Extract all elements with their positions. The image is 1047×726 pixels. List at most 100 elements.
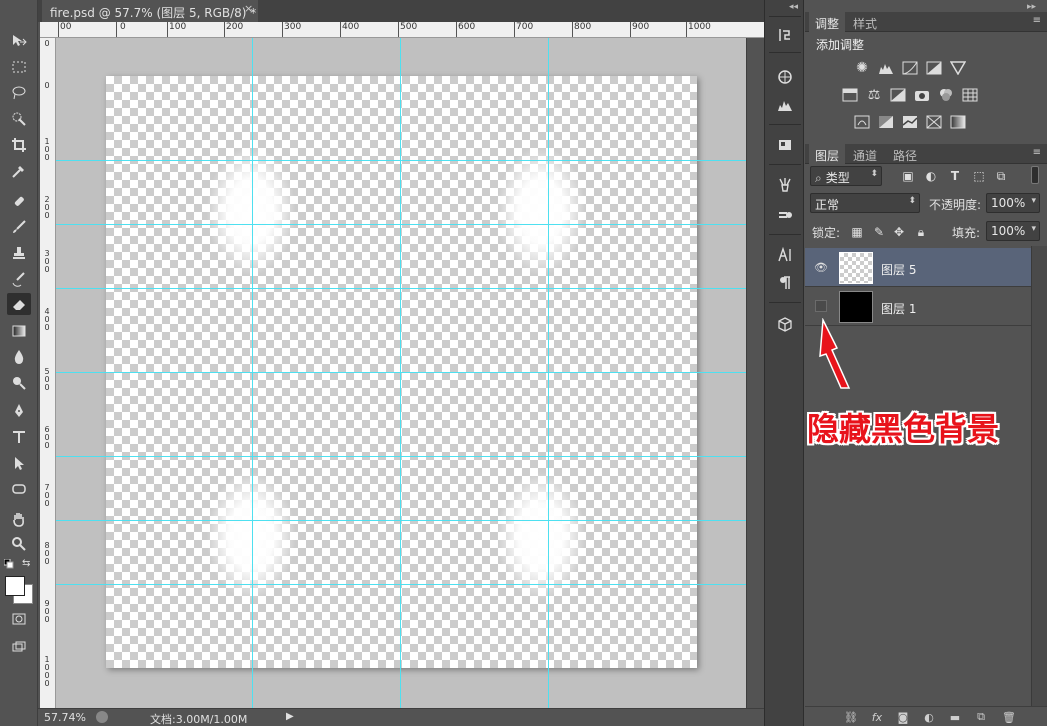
filter-pixel-layers-icon[interactable]: ▣ xyxy=(900,168,916,184)
healing-brush-tool-icon[interactable] xyxy=(7,190,31,212)
curves-icon[interactable] xyxy=(901,60,919,76)
layer-name[interactable]: 图层 1 xyxy=(881,300,916,317)
info-panel-icon[interactable] xyxy=(774,134,796,156)
guide-line-horizontal[interactable] xyxy=(56,160,746,161)
blend-mode-dropdown[interactable]: 正常 ⬍ xyxy=(810,193,920,213)
layer-thumbnail[interactable] xyxy=(839,252,873,284)
guide-line-vertical[interactable] xyxy=(400,38,401,708)
levels-icon[interactable] xyxy=(877,60,895,76)
vertical-scrollbar[interactable] xyxy=(746,38,764,708)
posterize-icon[interactable] xyxy=(877,114,895,130)
close-tab-icon[interactable]: × xyxy=(244,2,253,15)
guide-line-vertical[interactable] xyxy=(252,38,253,708)
move-tool-icon[interactable] xyxy=(7,30,31,52)
foreground-color-swatch[interactable] xyxy=(5,576,25,596)
visibility-toggle-hidden[interactable] xyxy=(815,300,827,312)
panel-menu-icon[interactable]: ≡ xyxy=(1033,147,1041,158)
invert-icon[interactable] xyxy=(853,114,871,130)
screen-mode-icon[interactable] xyxy=(7,636,31,658)
layer-row[interactable]: 👁︎ 图层 5 xyxy=(805,248,1031,287)
channel-mixer-icon[interactable] xyxy=(937,87,955,103)
add-mask-icon[interactable]: ◙ xyxy=(895,709,911,725)
path-selection-tool-icon[interactable] xyxy=(7,452,31,474)
trash-icon[interactable]: 🗑︎ xyxy=(1001,709,1017,725)
brush-preset-panel-icon[interactable] xyxy=(774,174,796,196)
eyedropper-tool-icon[interactable] xyxy=(7,160,31,182)
filter-toggle-switch[interactable] xyxy=(1031,166,1039,184)
vertical-ruler[interactable]: 0 0 100 200 300 400 500 600 700 800 900 … xyxy=(40,38,56,710)
zoom-level[interactable]: 57.74% xyxy=(44,711,86,724)
threshold-icon[interactable] xyxy=(901,114,919,130)
eye-visibility-icon[interactable]: 👁︎ xyxy=(813,260,829,274)
filter-adjustment-layers-icon[interactable]: ◐ xyxy=(923,168,939,184)
new-layer-icon[interactable]: ⧉ xyxy=(973,709,989,725)
default-colors-icon[interactable] xyxy=(3,558,14,569)
collapse-dock-icon[interactable]: ◂◂ xyxy=(789,2,798,12)
filter-shape-layers-icon[interactable]: ⬚ xyxy=(971,168,987,184)
clone-source-panel-icon[interactable] xyxy=(774,204,796,226)
hand-tool-icon[interactable] xyxy=(7,508,31,530)
exposure-icon[interactable] xyxy=(925,60,943,76)
color-balance-icon[interactable]: ⚖ xyxy=(865,87,883,103)
navigator-panel-icon[interactable] xyxy=(774,66,796,88)
black-white-icon[interactable] xyxy=(889,87,907,103)
shape-tool-icon[interactable] xyxy=(7,478,31,500)
dodge-tool-icon[interactable] xyxy=(7,372,31,394)
layers-scrollbar[interactable] xyxy=(1031,246,1047,706)
zoom-tool-icon[interactable] xyxy=(7,533,31,555)
new-adjustment-layer-icon[interactable]: ◐ xyxy=(921,709,937,725)
fill-field[interactable]: 100% ▾ xyxy=(986,221,1040,241)
link-layers-icon[interactable]: ⛓ xyxy=(843,709,859,725)
blur-tool-icon[interactable] xyxy=(7,346,31,368)
type-tool-icon[interactable] xyxy=(7,426,31,448)
gradient-map-icon[interactable] xyxy=(949,114,967,130)
guide-line-horizontal[interactable] xyxy=(56,224,746,225)
layer-filter-dropdown[interactable]: ⌕ 类型 ⬍ xyxy=(810,166,882,186)
quick-selection-tool-icon[interactable] xyxy=(7,108,31,130)
status-info-icon[interactable] xyxy=(96,711,108,723)
crop-tool-icon[interactable] xyxy=(7,134,31,156)
3d-panel-icon[interactable] xyxy=(774,314,796,336)
guide-line-horizontal[interactable] xyxy=(56,288,746,289)
brightness-contrast-icon[interactable]: ✺ xyxy=(853,60,871,76)
lock-image-pixels-icon[interactable]: ✎ xyxy=(871,224,887,240)
eraser-tool-icon[interactable] xyxy=(7,293,31,315)
photo-filter-icon[interactable] xyxy=(913,87,931,103)
horizontal-ruler[interactable]: 00 0 100 200 300 400 500 600 700 800 900… xyxy=(40,22,764,38)
layer-style-fx-icon[interactable]: fx xyxy=(869,709,885,725)
hue-saturation-icon[interactable] xyxy=(841,87,859,103)
tab-adjustments[interactable]: 调整 xyxy=(809,12,846,32)
lock-position-icon[interactable]: ✥ xyxy=(891,224,907,240)
gradient-tool-icon[interactable] xyxy=(7,320,31,342)
guide-line-vertical[interactable] xyxy=(548,38,549,708)
brush-tool-icon[interactable] xyxy=(7,216,31,238)
color-lookup-icon[interactable] xyxy=(961,87,979,103)
tab-paths[interactable]: 路径 xyxy=(887,144,923,164)
guide-line-horizontal[interactable] xyxy=(56,456,746,457)
tab-styles[interactable]: 样式 xyxy=(847,12,883,32)
layer-name[interactable]: 图层 5 xyxy=(881,261,916,278)
clone-stamp-tool-icon[interactable] xyxy=(7,242,31,264)
tab-channels[interactable]: 通道 xyxy=(847,144,883,164)
pen-tool-icon[interactable] xyxy=(7,400,31,422)
character-panel-icon[interactable] xyxy=(774,244,796,266)
filter-type-layers-icon[interactable]: T xyxy=(947,168,963,184)
new-group-icon[interactable]: ▬ xyxy=(947,709,963,725)
vibrance-icon[interactable] xyxy=(949,60,967,76)
marquee-tool-icon[interactable] xyxy=(7,56,31,78)
canvas-workspace[interactable] xyxy=(56,38,746,708)
document-tab[interactable]: fire.psd @ 57.7% (图层 5, RGB/8) * xyxy=(42,0,258,22)
history-panel-icon[interactable] xyxy=(774,24,796,46)
status-menu-arrow-icon[interactable]: ▶ xyxy=(286,711,294,722)
quick-mask-icon[interactable] xyxy=(7,608,31,630)
selective-color-icon[interactable] xyxy=(925,114,943,130)
expand-dock-icon[interactable]: ▸▸ xyxy=(1027,2,1036,12)
paragraph-panel-icon[interactable] xyxy=(774,272,796,294)
filter-smart-objects-icon[interactable]: ⧉ xyxy=(993,168,1009,184)
opacity-field[interactable]: 100% ▾ xyxy=(986,193,1040,213)
histogram-panel-icon[interactable] xyxy=(774,94,796,116)
panel-menu-icon[interactable]: ≡ xyxy=(1033,15,1041,26)
lock-transparent-pixels-icon[interactable]: ▦ xyxy=(849,224,865,240)
swap-colors-icon[interactable]: ⇆ xyxy=(22,558,34,569)
lock-all-icon[interactable]: 🔒︎ xyxy=(913,224,929,240)
